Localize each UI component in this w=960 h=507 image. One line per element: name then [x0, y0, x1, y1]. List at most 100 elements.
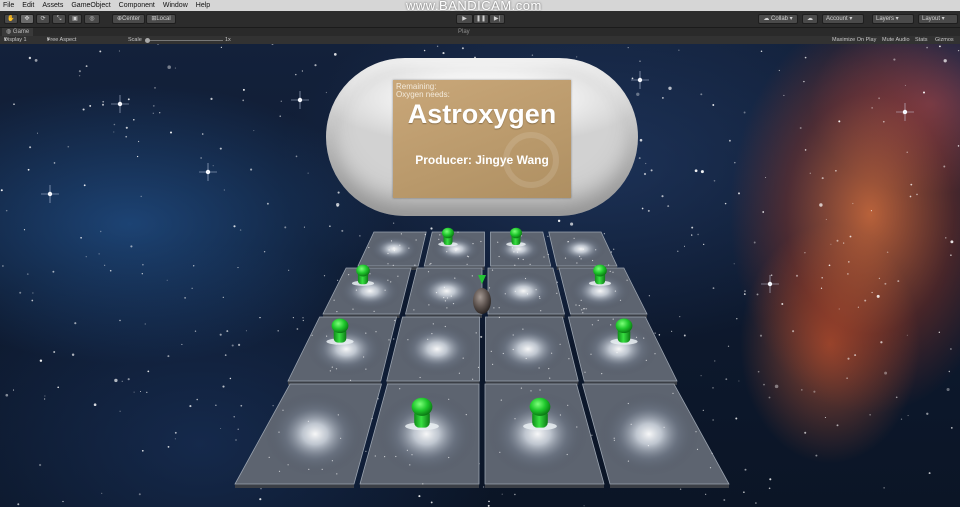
- star: [755, 502, 757, 504]
- star: [28, 56, 32, 60]
- collab-dropdown[interactable]: ☁ Collab ▾: [758, 14, 798, 24]
- menu-help[interactable]: Help: [196, 0, 210, 11]
- tile-star: [547, 253, 549, 256]
- tile-star: [654, 332, 656, 334]
- rect-tool-button[interactable]: ▣: [68, 14, 82, 24]
- star: [770, 274, 773, 276]
- tile-star: [292, 317, 294, 319]
- star: [738, 192, 740, 195]
- star: [82, 108, 85, 111]
- tile-star: [520, 387, 523, 389]
- star: [825, 218, 827, 220]
- tile-star: [430, 262, 432, 265]
- board-tile[interactable]: [234, 383, 383, 488]
- star: [864, 299, 867, 302]
- maximize-on-play-toggle[interactable]: Maximize On Play: [832, 36, 876, 44]
- scale-tool-button[interactable]: ⤡: [52, 14, 66, 24]
- space-local-button[interactable]: ⊞Local: [146, 14, 176, 24]
- menu-component[interactable]: Component: [119, 0, 155, 11]
- stats-toggle[interactable]: Stats: [915, 36, 928, 44]
- play-button[interactable]: ▶: [456, 14, 473, 24]
- star: [662, 97, 664, 99]
- star: [678, 49, 680, 51]
- board-tile[interactable]: [490, 231, 552, 270]
- main-toolbar: ✋ ✥ ⟳ ⤡ ▣ ◎ ⊕Center ⊞Local ▶ ❚❚ ▶| ☁ Col…: [0, 11, 960, 28]
- scale-slider-handle[interactable]: [145, 37, 150, 43]
- star: [174, 431, 177, 434]
- star: [943, 165, 946, 168]
- tile-star: [643, 337, 645, 339]
- menu-edit[interactable]: Edit: [22, 0, 34, 11]
- tile-star: [526, 293, 529, 295]
- layout-dropdown[interactable]: Layout ▾: [918, 14, 958, 24]
- star: [272, 405, 274, 407]
- star: [19, 291, 22, 294]
- board-tile[interactable]: [404, 267, 483, 318]
- star: [141, 449, 144, 452]
- tile-star: [390, 281, 392, 283]
- hand-tool-button[interactable]: ✋: [4, 14, 18, 24]
- transform-tool-button[interactable]: ◎: [84, 14, 100, 24]
- pause-button[interactable]: ❚❚: [473, 14, 489, 24]
- star: [849, 235, 852, 238]
- step-button[interactable]: ▶|: [489, 14, 505, 24]
- galaxy-texture: [414, 271, 479, 311]
- star: [769, 478, 772, 481]
- star: [926, 46, 928, 49]
- menu-file[interactable]: File: [3, 0, 14, 11]
- star: [423, 49, 426, 52]
- tile-star: [500, 399, 502, 401]
- board-tile[interactable]: [386, 316, 480, 385]
- tile-star: [514, 264, 516, 266]
- board-tile[interactable]: [485, 316, 579, 385]
- tile-star: [384, 289, 386, 291]
- pivot-center-button[interactable]: ⊕Center: [112, 14, 145, 24]
- board-tile[interactable]: [423, 231, 485, 271]
- account-dropdown[interactable]: Account ▾: [822, 14, 864, 24]
- menu-window[interactable]: Window: [163, 0, 188, 11]
- scale-slider-track[interactable]: [147, 39, 223, 41]
- menu-assets[interactable]: Assets: [42, 0, 63, 11]
- star: [641, 207, 644, 210]
- star: [104, 264, 106, 266]
- star: [27, 168, 30, 171]
- tile-star: [375, 331, 377, 333]
- rotate-tool-button[interactable]: ⟳: [36, 14, 50, 24]
- game-view[interactable]: Remaining: Oxygen needs: Astroxygen Prod…: [0, 44, 960, 507]
- star: [869, 414, 871, 416]
- star: [804, 431, 807, 434]
- board-tile[interactable]: [357, 231, 427, 270]
- board-tile[interactable]: [581, 383, 730, 488]
- mute-audio-toggle[interactable]: Mute Audio: [882, 36, 910, 44]
- pawn-head: [411, 397, 433, 416]
- display-dropdown[interactable]: Display 1 ▾: [4, 36, 27, 44]
- board-tile[interactable]: [548, 231, 618, 270]
- star: [725, 378, 728, 381]
- tab-game[interactable]: ◍ Game: [2, 28, 34, 36]
- star: [138, 140, 140, 143]
- tile-star: [359, 235, 361, 237]
- layers-dropdown[interactable]: Layers ▾: [872, 14, 914, 24]
- board-tile[interactable]: [487, 267, 566, 318]
- tile-star: [539, 389, 541, 391]
- tile-star: [498, 255, 500, 258]
- tile-star: [369, 273, 371, 275]
- tile-star: [547, 235, 549, 237]
- tile-star: [465, 414, 467, 416]
- tile-star: [438, 238, 440, 240]
- tile-star: [475, 332, 477, 334]
- tile-edge: [235, 484, 354, 488]
- gizmos-dropdown[interactable]: Gizmos: [935, 36, 954, 44]
- pawn-head: [510, 227, 522, 239]
- pawn-head: [331, 318, 349, 334]
- move-tool-button[interactable]: ✥: [20, 14, 34, 24]
- scale-label: Scale: [128, 37, 142, 43]
- cloud-services-button[interactable]: ☁: [802, 14, 818, 24]
- star: [113, 131, 115, 133]
- menu-gameobject[interactable]: GameObject: [71, 0, 110, 11]
- aspect-dropdown[interactable]: Free Aspect ▾: [47, 36, 76, 44]
- tile-star: [627, 402, 629, 405]
- star: [778, 69, 780, 72]
- star: [125, 135, 128, 138]
- star: [836, 424, 839, 427]
